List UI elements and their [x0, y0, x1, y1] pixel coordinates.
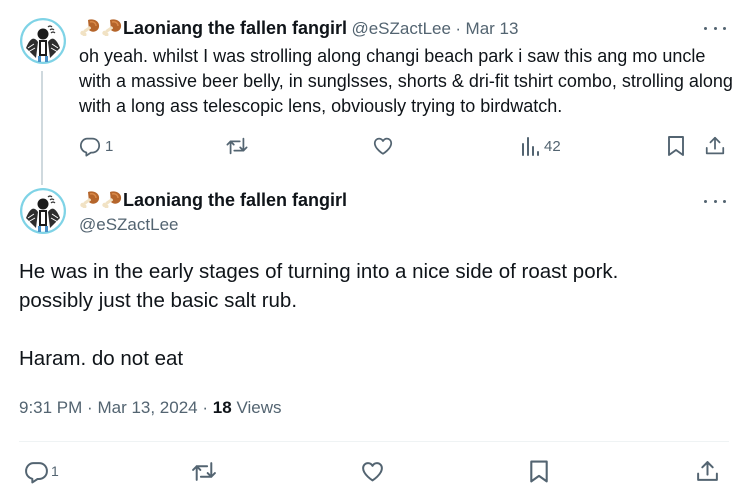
divider: [19, 441, 729, 442]
tweet-date[interactable]: Mar 13, 2024: [97, 398, 197, 417]
like-button[interactable]: [360, 458, 385, 484]
retweet-icon: [192, 461, 216, 481]
more-icon[interactable]: [704, 21, 726, 35]
tweet2-author-line: Laoniang the fallen fangirl: [79, 188, 347, 212]
reply-button[interactable]: 1: [24, 458, 59, 484]
share-button[interactable]: [704, 134, 726, 158]
separator-dot: ·: [202, 398, 209, 417]
poultry-leg-emoji-icon: [101, 190, 123, 208]
tweet1-header: Laoniang the fallen fangirl @eSZactLee ·…: [79, 16, 518, 40]
views-count[interactable]: 18: [213, 398, 232, 417]
retweet-button[interactable]: [225, 134, 249, 158]
tweet-metadata: 9:31 PM · Mar 13, 2024 · 18 Views: [19, 398, 281, 418]
analytics-icon: [522, 137, 539, 156]
author-name[interactable]: Laoniang the fallen fangirl: [123, 18, 347, 38]
like-button[interactable]: [372, 134, 394, 158]
bookmark-button[interactable]: [528, 458, 550, 484]
bookmark-icon: [668, 136, 684, 156]
author-name[interactable]: Laoniang the fallen fangirl: [123, 190, 347, 210]
avatar[interactable]: [20, 188, 66, 234]
tweet2-text: He was in the early stages of turning in…: [19, 257, 729, 373]
separator-dot: ·: [455, 19, 462, 38]
reply-icon: [25, 461, 48, 483]
share-icon: [705, 136, 725, 155]
reply-count: 1: [105, 137, 114, 155]
poultry-leg-emoji-icon: [101, 18, 123, 36]
thread-connector-line: [41, 71, 43, 185]
more-icon[interactable]: [704, 194, 726, 208]
reply-count: 1: [51, 463, 59, 479]
heart-icon: [373, 137, 393, 155]
avatar-image: [20, 18, 66, 64]
reply-icon: [79, 137, 101, 157]
share-icon: [697, 460, 718, 481]
tweet-paragraph: possibly just the basic salt rub.: [19, 289, 298, 312]
author-handle[interactable]: @eSZactLee: [79, 214, 178, 236]
tweet-paragraph: He was in the early stages of turning in…: [19, 260, 619, 283]
avatar-image: [20, 188, 66, 234]
poultry-leg-emoji-icon: [79, 18, 101, 36]
tweet-paragraph: Haram. do not eat: [19, 347, 184, 370]
tweet1-text: oh yeah. whilst I was strolling along ch…: [79, 46, 733, 116]
view-count: 42: [544, 137, 561, 155]
separator-dot: ·: [87, 398, 93, 417]
author-handle[interactable]: @eSZactLee: [351, 19, 450, 38]
views-button[interactable]: 42: [520, 134, 561, 158]
avatar[interactable]: [20, 18, 66, 64]
retweet-button[interactable]: [190, 458, 218, 484]
tweet-date[interactable]: Mar 13: [466, 19, 519, 38]
bookmark-icon: [530, 460, 548, 482]
heart-icon: [362, 461, 383, 481]
share-button[interactable]: [695, 458, 720, 484]
reply-button[interactable]: 1: [79, 134, 113, 158]
views-label: Views: [236, 398, 282, 417]
retweet-icon: [226, 137, 248, 155]
bookmark-button[interactable]: [666, 134, 686, 158]
tweet-time[interactable]: 9:31 PM: [19, 398, 82, 417]
poultry-leg-emoji-icon: [79, 190, 101, 208]
